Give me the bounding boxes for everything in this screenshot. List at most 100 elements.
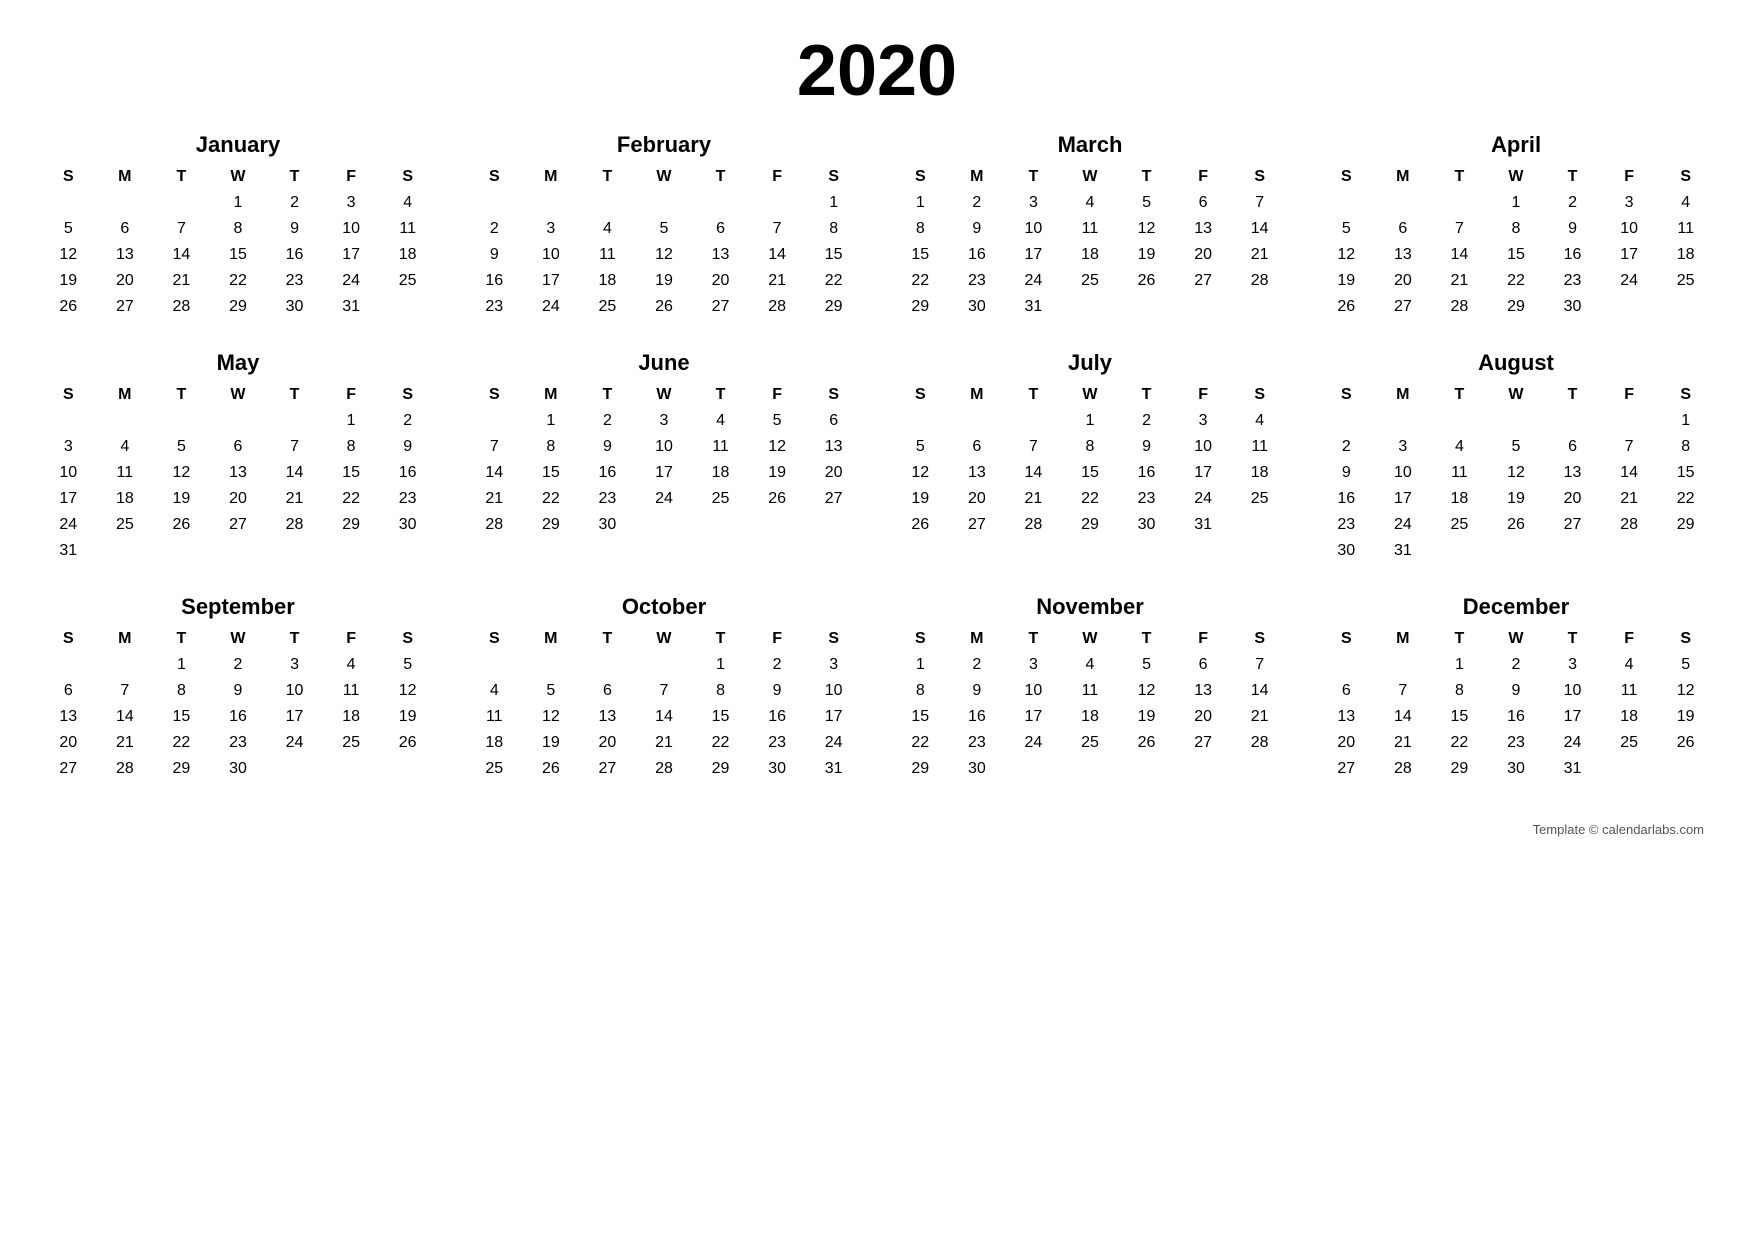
- day-header: M: [523, 164, 580, 190]
- day-cell: 3: [805, 652, 862, 678]
- day-cell: 11: [1657, 216, 1714, 242]
- day-cell: 30: [579, 512, 636, 538]
- day-cell: 20: [805, 460, 862, 486]
- day-cell: [1544, 408, 1601, 434]
- day-cell: 2: [466, 216, 523, 242]
- day-header: M: [523, 382, 580, 408]
- day-cell: 1: [323, 408, 380, 434]
- day-cell: 15: [1431, 704, 1488, 730]
- day-cell: 26: [749, 486, 806, 512]
- day-cell: 1: [1488, 190, 1545, 216]
- day-cell: 1: [892, 190, 949, 216]
- month-block-january: JanuarySMTWTFS12345678910111213141516171…: [40, 132, 436, 320]
- day-cell: 28: [1231, 268, 1288, 294]
- day-cell: 28: [97, 756, 154, 782]
- day-cell: 11: [466, 704, 523, 730]
- day-cell: 26: [379, 730, 436, 756]
- day-cell: 23: [949, 268, 1006, 294]
- day-header: T: [1431, 164, 1488, 190]
- day-cell: 11: [1062, 216, 1119, 242]
- day-cell: 6: [949, 434, 1006, 460]
- day-cell: 24: [523, 294, 580, 320]
- day-cell: 22: [1488, 268, 1545, 294]
- day-cell: 3: [1005, 652, 1062, 678]
- day-cell: 9: [466, 242, 523, 268]
- day-cell: 13: [40, 704, 97, 730]
- day-cell: 13: [949, 460, 1006, 486]
- table-row: 123: [466, 652, 862, 678]
- day-cell: 17: [1005, 704, 1062, 730]
- day-cell: 2: [1118, 408, 1175, 434]
- day-cell: 18: [579, 268, 636, 294]
- day-cell: [1544, 538, 1601, 564]
- table-row: 27282930: [40, 756, 436, 782]
- day-cell: 31: [805, 756, 862, 782]
- day-cell: 29: [1488, 294, 1545, 320]
- day-cell: 19: [523, 730, 580, 756]
- day-cell: 17: [1005, 242, 1062, 268]
- day-cell: 9: [749, 678, 806, 704]
- day-cell: 16: [1318, 486, 1375, 512]
- day-cell: 24: [266, 730, 323, 756]
- day-header: S: [805, 164, 862, 190]
- table-row: 22232425262728: [892, 730, 1288, 756]
- day-cell: 7: [1601, 434, 1658, 460]
- day-cell: [1601, 538, 1658, 564]
- day-cell: 30: [1488, 756, 1545, 782]
- day-header: W: [210, 164, 267, 190]
- day-cell: [1431, 538, 1488, 564]
- day-cell: 7: [1231, 652, 1288, 678]
- day-cell: 4: [1062, 652, 1119, 678]
- day-cell: 4: [466, 678, 523, 704]
- day-cell: 28: [466, 512, 523, 538]
- day-cell: 25: [1231, 486, 1288, 512]
- day-cell: 21: [1431, 268, 1488, 294]
- month-name-may: May: [40, 350, 436, 376]
- day-cell: 12: [1118, 678, 1175, 704]
- day-cell: 12: [636, 242, 693, 268]
- day-cell: 27: [579, 756, 636, 782]
- day-cell: 30: [949, 756, 1006, 782]
- day-cell: [523, 652, 580, 678]
- day-cell: 11: [692, 434, 749, 460]
- day-cell: 25: [1601, 730, 1658, 756]
- day-cell: 29: [1062, 512, 1119, 538]
- day-cell: 31: [40, 538, 97, 564]
- day-cell: 1: [692, 652, 749, 678]
- day-cell: 1: [523, 408, 580, 434]
- day-cell: 5: [892, 434, 949, 460]
- day-cell: 15: [805, 242, 862, 268]
- table-row: 567891011: [1318, 216, 1714, 242]
- day-cell: 30: [1318, 538, 1375, 564]
- day-cell: 14: [1231, 216, 1288, 242]
- day-header: F: [749, 626, 806, 652]
- day-cell: [749, 190, 806, 216]
- day-cell: 6: [692, 216, 749, 242]
- day-cell: [266, 538, 323, 564]
- month-table-november: SMTWTFS123456789101112131415161718192021…: [892, 626, 1288, 782]
- day-cell: 2: [579, 408, 636, 434]
- day-cell: 4: [379, 190, 436, 216]
- day-cell: 14: [1231, 678, 1288, 704]
- day-cell: 18: [1231, 460, 1288, 486]
- day-cell: 17: [323, 242, 380, 268]
- month-block-november: NovemberSMTWTFS1234567891011121314151617…: [892, 594, 1288, 782]
- day-cell: 1: [805, 190, 862, 216]
- day-cell: 17: [636, 460, 693, 486]
- day-cell: 2: [210, 652, 267, 678]
- day-cell: 6: [1375, 216, 1432, 242]
- day-cell: 22: [210, 268, 267, 294]
- day-cell: 24: [1375, 512, 1432, 538]
- day-header: M: [949, 382, 1006, 408]
- day-header: W: [636, 382, 693, 408]
- day-header: S: [1657, 164, 1714, 190]
- day-header: T: [1544, 382, 1601, 408]
- month-name-december: December: [1318, 594, 1714, 620]
- day-cell: 21: [153, 268, 210, 294]
- day-header: W: [1488, 626, 1545, 652]
- day-cell: 14: [466, 460, 523, 486]
- day-cell: 22: [1431, 730, 1488, 756]
- day-cell: 15: [210, 242, 267, 268]
- day-cell: 12: [1318, 242, 1375, 268]
- day-cell: 3: [636, 408, 693, 434]
